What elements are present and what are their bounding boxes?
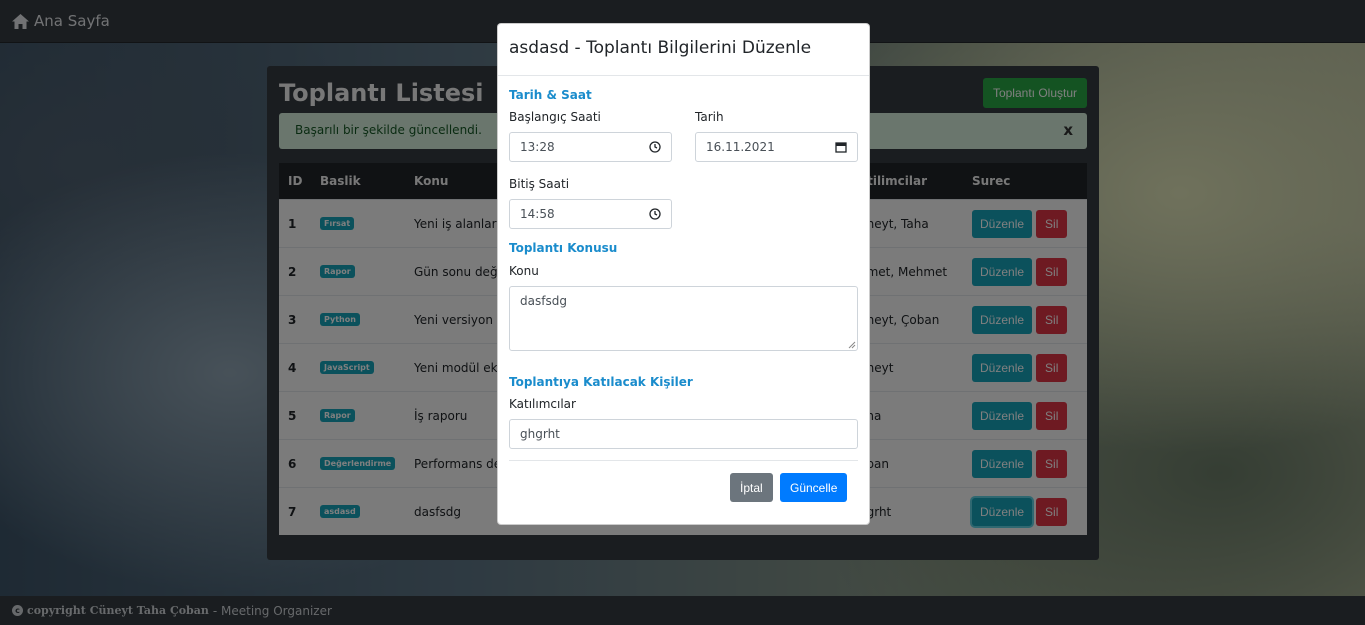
end-time-label: Bitiş Saati: [509, 177, 570, 191]
participants-input[interactable]: ghgrht: [509, 419, 858, 449]
date-input[interactable]: 16.11.2021: [695, 132, 858, 162]
section-datetime: Tarih & Saat: [509, 88, 592, 102]
modal-divider: [509, 460, 858, 461]
topic-value: dasfsdg: [520, 294, 567, 308]
clock-icon: [649, 208, 661, 220]
section-participants: Toplantıya Katılacak Kişiler: [509, 375, 693, 389]
cancel-button[interactable]: İptal: [730, 473, 773, 502]
participants-label: Katılımcılar: [509, 397, 576, 411]
start-time-value: 13:28: [520, 140, 555, 154]
start-time-label: Başlangıç Saati: [509, 110, 601, 124]
update-button[interactable]: Güncelle: [780, 473, 848, 502]
modal-title: asdasd - Toplantı Bilgilerini Düzenle: [509, 38, 812, 58]
date-label: Tarih: [695, 110, 724, 124]
date-value: 16.11.2021: [706, 140, 775, 154]
edit-meeting-modal: asdasd - Toplantı Bilgilerini Düzenle Ta…: [497, 23, 870, 525]
section-topic: Toplantı Konusu: [509, 241, 618, 255]
modal-header: asdasd - Toplantı Bilgilerini Düzenle: [498, 24, 869, 76]
clock-icon: [649, 141, 661, 153]
participants-value: ghgrht: [520, 427, 560, 441]
topic-textarea[interactable]: dasfsdg: [509, 286, 858, 351]
end-time-value: 14:58: [520, 207, 555, 221]
topic-label: Konu: [509, 264, 539, 278]
start-time-input[interactable]: 13:28: [509, 132, 672, 162]
end-time-input[interactable]: 14:58: [509, 199, 672, 229]
calendar-icon: [835, 142, 847, 153]
resize-handle-icon[interactable]: [848, 341, 856, 349]
